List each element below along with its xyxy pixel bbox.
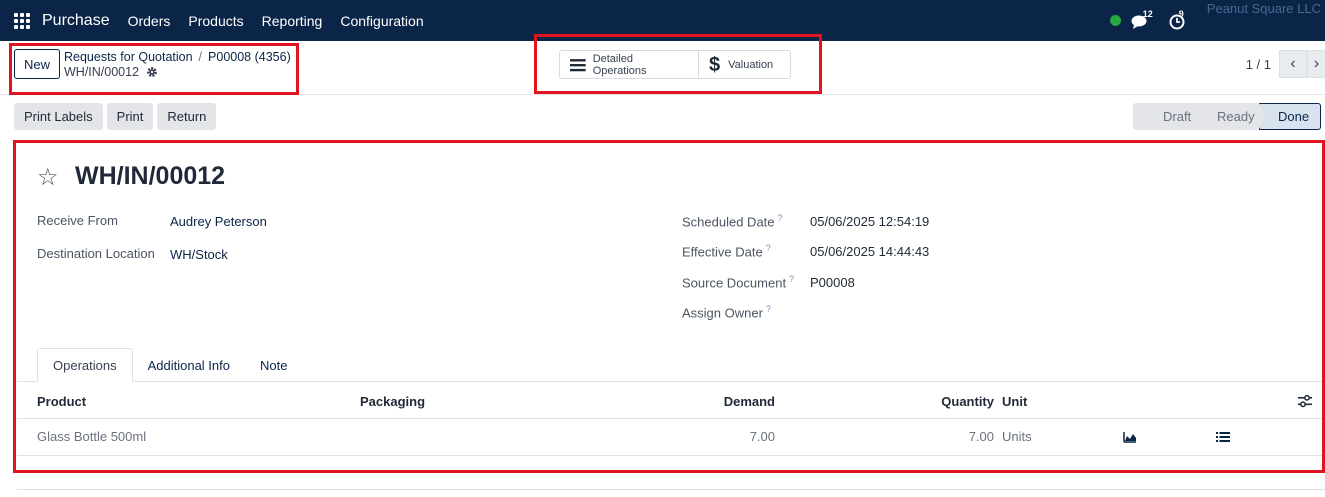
stage-ready-label: Ready	[1217, 109, 1255, 124]
notebook-tabs: Operations Additional Info Note	[37, 348, 302, 382]
help-icon[interactable]: ?	[789, 274, 794, 284]
activities-count-badge: 9	[1178, 8, 1184, 19]
star-icon[interactable]: ☆	[37, 163, 59, 192]
col-demand[interactable]: Demand	[724, 394, 775, 409]
destination-location-value[interactable]: WH/Stock	[170, 247, 228, 262]
presence-status-dot	[1109, 15, 1121, 26]
menu-reporting[interactable]: Reporting	[262, 13, 323, 29]
record-name-text: WH/IN/00012	[64, 65, 140, 79]
sheet-bottom-divider	[17, 489, 1325, 490]
stage-done[interactable]: Done	[1259, 103, 1321, 130]
receive-from-label: Receive From	[37, 213, 118, 228]
breadcrumb: Requests for Quotation / P00008 (4356)	[64, 50, 291, 64]
help-icon[interactable]: ?	[766, 243, 771, 253]
menu-products[interactable]: Products	[188, 13, 243, 29]
record-name: WH/IN/00012	[64, 65, 158, 79]
row-unit[interactable]: Units	[1002, 429, 1032, 444]
messages-count-badge: 12	[1142, 8, 1153, 19]
details-list-icon[interactable]	[1216, 431, 1230, 443]
col-packaging[interactable]: Packaging	[360, 394, 425, 409]
form-sheet: ☆ WH/IN/00012 Receive From Audrey Peters…	[17, 143, 1322, 470]
table-header-divider	[17, 418, 1322, 419]
row-product[interactable]: Glass Bottle 500ml	[37, 429, 146, 444]
activities-button[interactable]: 9	[1169, 8, 1193, 31]
source-document-label: Source Document?	[682, 274, 795, 291]
print-labels-button[interactable]: Print Labels	[14, 103, 103, 130]
destination-location-label: Destination Location	[37, 246, 155, 261]
list-icon	[570, 58, 586, 71]
dollar-icon: $	[709, 53, 721, 76]
action-bar: Print Labels Print Return	[14, 103, 217, 130]
help-icon[interactable]: ?	[778, 213, 783, 223]
col-quantity[interactable]: Quantity	[941, 394, 994, 409]
receive-from-value[interactable]: Audrey Peterson	[170, 214, 267, 229]
pager-next-button[interactable]: ›	[1307, 50, 1325, 78]
help-icon[interactable]: ?	[766, 304, 771, 314]
row-demand[interactable]: 7.00	[750, 429, 775, 444]
detailed-operations-label: Detailed Operations	[592, 52, 647, 77]
tab-additional-info[interactable]: Additional Info	[133, 348, 245, 382]
source-document-value[interactable]: P00008	[810, 275, 855, 290]
status-bar: Draft Ready Done	[1133, 103, 1321, 130]
valuation-label: Valuation	[728, 58, 774, 71]
tab-operations[interactable]: Operations	[37, 348, 133, 382]
apps-menu-icon[interactable]	[14, 12, 30, 29]
row-quantity[interactable]: 7.00	[969, 429, 994, 444]
effective-date-value[interactable]: 05/06/2025 14:44:43	[810, 244, 929, 259]
control-panel: New Requests for Quotation / P00008 (4356)…	[0, 41, 1325, 95]
assign-owner-label: Assign Owner?	[682, 304, 771, 321]
record-title: WH/IN/00012	[75, 162, 226, 190]
new-button[interactable]: New	[14, 49, 60, 79]
pager: 1 / 1 ‹ ›	[1246, 50, 1325, 78]
tab-note[interactable]: Note	[245, 348, 302, 382]
pager-value[interactable]: 1 / 1	[1246, 57, 1271, 72]
scheduled-date-label: Scheduled Date?	[682, 213, 783, 230]
menu-configuration[interactable]: Configuration	[340, 13, 423, 29]
valuation-button[interactable]: $ Valuation	[698, 51, 783, 78]
col-unit[interactable]: Unit	[1002, 394, 1027, 409]
area-chart-icon[interactable]	[1123, 431, 1137, 443]
top-navbar: Purchase Orders Products Reporting Confi…	[0, 0, 1325, 41]
stage-done-label: Done	[1278, 109, 1310, 124]
return-button[interactable]: Return	[157, 103, 217, 130]
table-row-divider	[17, 455, 1322, 456]
breadcrumb-po[interactable]: P00008 (4356)	[208, 50, 291, 64]
company-switcher[interactable]: Peanut Square LLC	[1207, 1, 1321, 16]
smart-buttons: Detailed Operations $ Valuation	[559, 50, 791, 79]
stage-draft-label: Draft	[1163, 109, 1192, 124]
stage-ready[interactable]: Ready	[1195, 103, 1266, 130]
stage-draft[interactable]: Draft	[1133, 103, 1202, 130]
gear-icon[interactable]	[146, 66, 158, 78]
chevron-left-icon: ‹	[1290, 55, 1296, 72]
column-settings-icon[interactable]	[1298, 394, 1312, 408]
chevron-right-icon: ›	[1313, 55, 1320, 72]
pager-previous-button[interactable]: ‹	[1279, 50, 1307, 78]
effective-date-label: Effective Date?	[682, 243, 771, 260]
app-name[interactable]: Purchase	[42, 12, 110, 30]
messages-button[interactable]: 12	[1131, 8, 1155, 31]
col-product[interactable]: Product	[37, 394, 86, 409]
menu-orders[interactable]: Orders	[128, 13, 171, 29]
scheduled-date-value[interactable]: 05/06/2025 12:54:19	[810, 214, 929, 229]
print-button[interactable]: Print	[106, 103, 154, 130]
breadcrumb-rfq[interactable]: Requests for Quotation	[64, 50, 193, 64]
detailed-operations-button[interactable]: Detailed Operations	[560, 51, 698, 78]
